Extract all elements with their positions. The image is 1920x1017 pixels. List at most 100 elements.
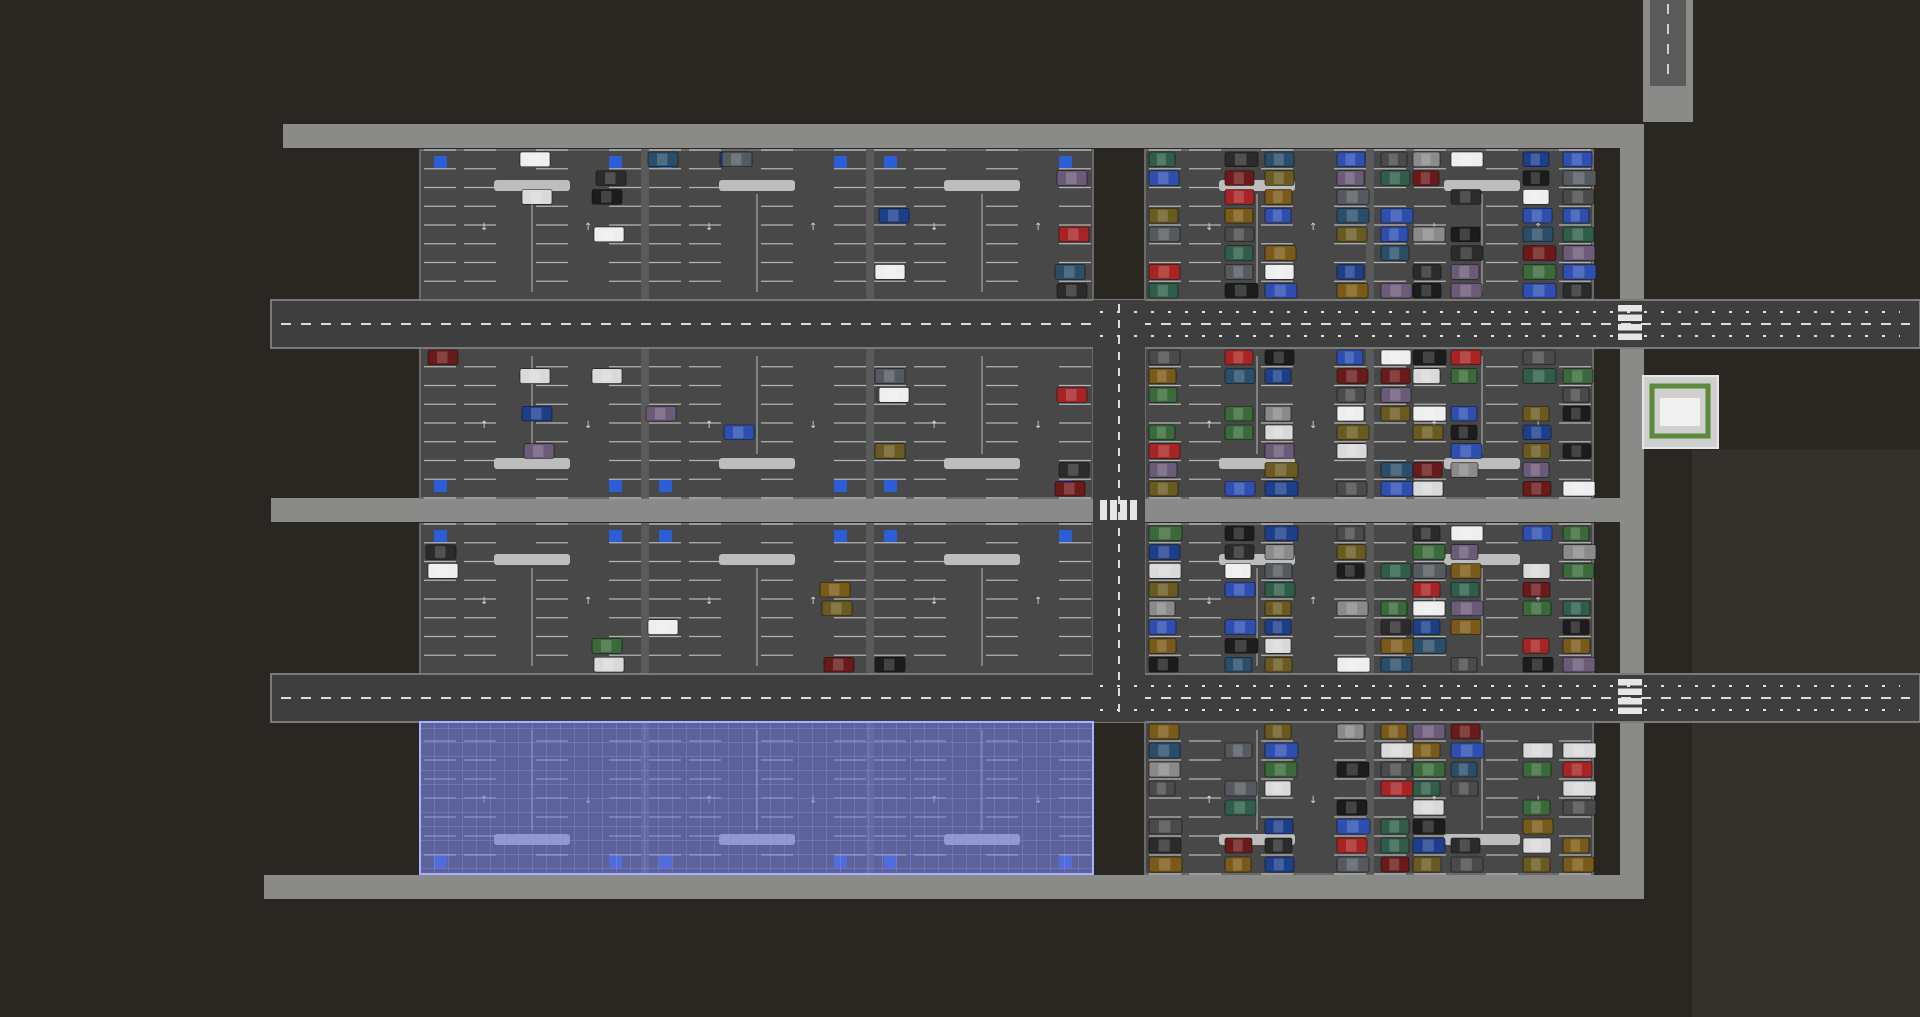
parked-car[interactable] — [1380, 600, 1408, 617]
parked-car[interactable] — [1336, 207, 1370, 224]
parked-car[interactable] — [1412, 638, 1447, 654]
parked-car[interactable] — [1224, 619, 1257, 635]
parked-car[interactable] — [1224, 151, 1259, 168]
parked-car[interactable] — [823, 656, 855, 673]
parked-car[interactable] — [1380, 170, 1411, 186]
parking-game-canvas[interactable]: ↓↑↓↑↓↑↑↓↑↓↑↓↓↑↓↑↓↑↑↓↑↓↑↓↓↑↓↑↑↓↑↓↓↑↓↑↑↓↑↓ — [0, 0, 1920, 1017]
parked-car[interactable] — [1562, 600, 1591, 617]
parked-car[interactable] — [1380, 282, 1413, 299]
parked-car[interactable] — [1450, 761, 1478, 778]
parked-car[interactable] — [1336, 405, 1365, 422]
parked-car[interactable] — [1264, 780, 1292, 797]
parked-car[interactable] — [1224, 368, 1256, 384]
parked-car[interactable] — [1522, 264, 1557, 280]
parked-car[interactable] — [721, 151, 753, 168]
parked-car[interactable] — [647, 151, 679, 168]
parked-car[interactable] — [1522, 368, 1557, 384]
parked-car[interactable] — [1450, 368, 1478, 384]
parked-car[interactable] — [1264, 563, 1293, 579]
parked-car[interactable] — [1148, 282, 1179, 299]
parked-car[interactable] — [1450, 563, 1482, 579]
parked-car[interactable] — [1336, 656, 1371, 673]
parked-car[interactable] — [1562, 405, 1591, 422]
parked-car[interactable] — [1380, 480, 1414, 497]
parked-car[interactable] — [1336, 837, 1368, 854]
parked-car[interactable] — [1264, 245, 1297, 261]
parked-car[interactable] — [1336, 600, 1369, 617]
parked-car[interactable] — [1562, 387, 1590, 403]
parked-car[interactable] — [1412, 581, 1441, 598]
parked-car[interactable] — [1522, 405, 1550, 422]
parked-car[interactable] — [1056, 282, 1088, 299]
parked-car[interactable] — [1450, 151, 1484, 168]
parked-car[interactable] — [1562, 368, 1594, 384]
parked-car[interactable] — [1562, 525, 1590, 542]
parked-car[interactable] — [1450, 462, 1479, 478]
parked-car[interactable] — [1224, 282, 1259, 299]
parked-car[interactable] — [645, 405, 677, 422]
parked-car[interactable] — [1380, 856, 1410, 873]
parked-car[interactable] — [1224, 424, 1254, 441]
parked-car[interactable] — [878, 387, 910, 403]
parked-car[interactable] — [1412, 170, 1440, 186]
parked-car[interactable] — [878, 207, 910, 224]
parked-car[interactable] — [1380, 742, 1415, 759]
parked-car[interactable] — [1522, 480, 1552, 497]
parked-car[interactable] — [1148, 170, 1180, 186]
parked-car[interactable] — [1562, 837, 1590, 854]
parked-car[interactable] — [1148, 264, 1181, 280]
parked-car[interactable] — [1380, 207, 1414, 224]
parked-car[interactable] — [874, 368, 906, 384]
parked-car[interactable] — [1450, 581, 1480, 598]
parked-car[interactable] — [1380, 151, 1408, 168]
parked-car[interactable] — [1224, 245, 1254, 261]
parked-car[interactable] — [1450, 405, 1478, 422]
parked-car[interactable] — [1450, 424, 1478, 441]
parked-car[interactable] — [1336, 387, 1366, 403]
parked-car[interactable] — [1412, 462, 1443, 478]
parked-car[interactable] — [1562, 742, 1597, 759]
parked-car[interactable] — [1450, 656, 1478, 673]
parked-car[interactable] — [1562, 226, 1595, 243]
parked-car[interactable] — [1058, 226, 1090, 243]
parked-car[interactable] — [427, 563, 459, 579]
parked-car[interactable] — [1450, 780, 1479, 797]
parked-car[interactable] — [1380, 723, 1408, 740]
parked-car[interactable] — [874, 264, 906, 280]
parked-car[interactable] — [1450, 525, 1484, 542]
parked-car[interactable] — [1336, 544, 1367, 560]
parked-car[interactable] — [1380, 368, 1411, 384]
parked-car[interactable] — [1264, 207, 1292, 224]
parked-car[interactable] — [1264, 761, 1298, 778]
parked-car[interactable] — [1450, 856, 1484, 873]
parked-car[interactable] — [1522, 189, 1550, 205]
parked-car[interactable] — [1148, 480, 1179, 497]
parked-car[interactable] — [1522, 282, 1557, 299]
parked-car[interactable] — [1264, 600, 1292, 617]
parked-car[interactable] — [1224, 638, 1259, 654]
parked-car[interactable] — [1148, 581, 1179, 598]
parked-car[interactable] — [1224, 742, 1253, 759]
parked-car[interactable] — [1336, 480, 1368, 497]
parked-car[interactable] — [1148, 368, 1177, 384]
parked-car[interactable] — [1148, 837, 1182, 854]
parked-car[interactable] — [1336, 525, 1365, 542]
parked-car[interactable] — [1380, 656, 1413, 673]
parked-car[interactable] — [1450, 282, 1483, 299]
parked-car[interactable] — [1522, 207, 1553, 224]
parked-car[interactable] — [1264, 544, 1295, 560]
parked-car[interactable] — [1412, 368, 1441, 384]
parked-car[interactable] — [1224, 856, 1252, 873]
lot-west_top[interactable]: ↓ ↑ ↓ ↑ ↓ ↑ — [419, 149, 1094, 301]
parked-car[interactable] — [1522, 856, 1551, 873]
parked-car[interactable] — [1380, 462, 1414, 478]
parked-car[interactable] — [1522, 443, 1551, 459]
parked-car[interactable] — [523, 443, 555, 459]
lot-west_row3[interactable]: ↓ ↑ ↓ ↑ ↓ ↑ — [419, 523, 1094, 675]
parked-car[interactable] — [1336, 282, 1369, 299]
parked-car[interactable] — [1148, 544, 1181, 560]
parked-car[interactable] — [1412, 780, 1441, 797]
parked-car[interactable] — [1450, 189, 1482, 205]
parked-car[interactable] — [1380, 387, 1412, 403]
parked-car[interactable] — [1148, 619, 1177, 635]
